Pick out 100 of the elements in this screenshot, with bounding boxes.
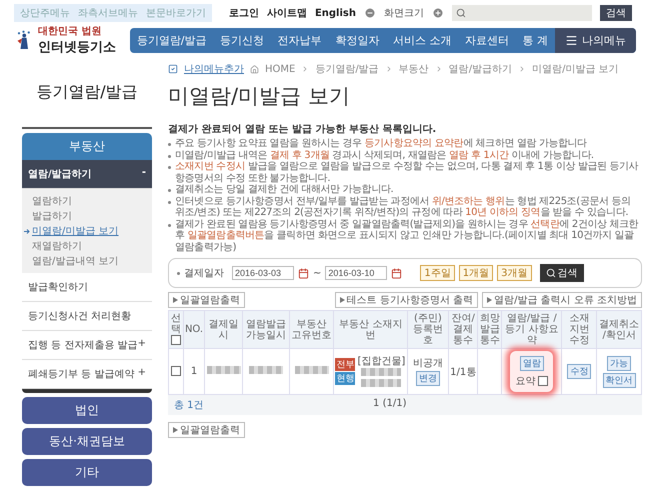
search-icon [546, 268, 556, 278]
range-separator: ~ [313, 268, 322, 278]
submenu-item[interactable]: 재열람하기 [32, 239, 82, 253]
utility-link[interactable]: 사이트맵 [266, 6, 307, 20]
blurred-text [361, 378, 402, 386]
note-text: 주요 등기사항 요약표 열람을 원하시는 경우 등기사항요약의 요약란에 체크하면 열람 가능합니다 [175, 138, 587, 150]
edit-button[interactable]: 수정 [567, 364, 592, 379]
column-header: 부동산 고유번호 [289, 310, 334, 348]
search-icon [456, 8, 466, 18]
batch-print-button[interactable]: 일괄열람출력 [168, 422, 245, 438]
action-button[interactable]: 열람/발급 출력시 오류 조치방법 [482, 292, 642, 308]
column-header: NO. [183, 310, 205, 348]
zoom-in-icon[interactable] [432, 7, 444, 19]
nav-item[interactable]: 전자납부 [270, 32, 329, 48]
sidebar-section[interactable]: 법인 [22, 397, 152, 424]
expand-toggle[interactable]: - [142, 167, 146, 181]
bullet-icon [168, 224, 171, 226]
calendar-icon[interactable] [298, 268, 309, 278]
triangle-icon [173, 297, 178, 303]
select-all-checkbox[interactable] [170, 335, 181, 346]
period-button[interactable]: 3개월 [497, 265, 532, 281]
sidebar-item[interactable]: 열람/발급하기 - [22, 160, 152, 189]
batch-print-button[interactable]: 일괄열람출력 [168, 292, 245, 308]
period-button[interactable]: 1주일 [420, 265, 455, 281]
date-field[interactable]: 2016-03-03 [232, 266, 294, 280]
utility-link[interactable]: 로그인 [228, 6, 259, 20]
home-icon [250, 64, 259, 74]
triangle-icon [340, 297, 345, 303]
nav-item[interactable]: 확정일자 [328, 32, 386, 48]
breadcrumb-link[interactable]: 미열람/미발급 보기 [532, 62, 619, 76]
zoom-out-icon[interactable] [364, 7, 376, 19]
scope-badge: 전부 [335, 358, 356, 371]
registration-text: 비공개 [412, 358, 443, 369]
action-button[interactable]: 테스트 등기사항증명서 출력 [334, 292, 478, 308]
status-badge: 현행 [335, 372, 356, 385]
arrow-icon [24, 228, 30, 234]
cancel-button[interactable]: 가능 [607, 356, 632, 370]
blurred-text [294, 366, 329, 374]
expand-toggle[interactable]: + [138, 338, 146, 352]
nav-item[interactable]: 서비스 소개 [386, 32, 458, 48]
pagination[interactable]: 1 (1/1) [204, 398, 576, 412]
my-menu-button[interactable]: 나의메뉴 [554, 28, 636, 52]
utility-link[interactable]: English [314, 8, 356, 18]
change-button[interactable]: 변경 [416, 371, 440, 386]
font-size-label: 화면크기 [384, 7, 424, 20]
blurred-text [249, 366, 284, 374]
sidebar-title: 등기열람/발급 [22, 62, 152, 129]
breadcrumb-link[interactable]: HOME [265, 64, 296, 74]
breadcrumb-link[interactable]: 등기열람/발급 [315, 62, 379, 76]
search-button[interactable]: 검색 [600, 5, 632, 21]
note-text: 인터넷으로 등기사항증명서 전부/일부를 발급받는 과정에서 위/변조하는 행위는 형법 제225조(공문서 등의 위조/변조) 또는 제227조의 2(공전자기록 위작/변작)의 규정에 따라 10년 이하의 징역을 받을 수 있습니다. [175, 196, 632, 218]
calendar-icon[interactable] [391, 268, 402, 278]
date-field[interactable]: 2016-03-10 [325, 266, 388, 280]
submenu-item[interactable]: 열람하기 [32, 194, 72, 208]
period-button[interactable]: 1개월 [458, 265, 494, 281]
search-button[interactable]: 검색 [540, 264, 584, 282]
note-text: 결제가 완료된 열람용 등기사항증명서 중 일괄열람출력(발급제외)을 원하시는 경우 선택란에 2건이상 체크한 후 일괄열람출력버튼을 클릭하면 화면으로 표시되지 않고 인쇄만 가능합니다.(페이지별 최대 10건까지 일괄열람출력가능) [175, 218, 640, 253]
column-header: 잔여/ 결제 통수 [448, 310, 478, 348]
nav-item[interactable]: 등기신청 [213, 32, 271, 48]
bullet-icon [168, 189, 171, 192]
bullet-icon [168, 200, 171, 204]
column-header: 결제취소 /확인서 [596, 310, 642, 348]
sidebar-section[interactable]: 기타 [22, 459, 152, 486]
triangle-icon [487, 297, 492, 303]
sidebar-item-label: 폐쇄등기부 등 발급예약 [28, 368, 134, 381]
sidebar-section[interactable]: 동산·채권담보 [22, 428, 152, 455]
building-type-text: [집합건물] [357, 356, 406, 366]
column-header: (주민) 등록번호 [407, 310, 448, 348]
submenu-item[interactable]: 열람/발급내역 보기 [32, 254, 119, 268]
intro-text: 결제가 완료되어 열람 또는 발급 가능한 부동산 목록입니다. [168, 123, 438, 136]
sidebar-item-label: 열람/발급하기 [28, 168, 92, 181]
submenu-item[interactable]: 발급하기 [32, 209, 72, 223]
sidebar-section[interactable]: 부동산 [22, 133, 152, 160]
nav-item[interactable]: 통 계 [516, 32, 555, 48]
column-header: 열람/발급 /등기 사항요약 [502, 310, 562, 348]
nav-item[interactable]: 자료센터 [458, 32, 516, 48]
add-my-menu-link[interactable]: 나의메뉴추가 [184, 62, 244, 76]
note-text: 미열람/미발급 내역은 결제 후 3개월 경과시 삭제되며, 재열람은 열람 후 1시간 이내에 가능합니다. [175, 150, 594, 161]
bullet-icon [168, 143, 171, 146]
sidebar-item-label: 집행 등 전자제출용 발급 [28, 339, 138, 352]
bullet-icon [177, 272, 180, 274]
submenu-item[interactable]: 미열람/미발급 보기 [32, 224, 119, 238]
search-field[interactable] [452, 5, 592, 21]
column-header: 소재 지번 수정 [562, 310, 597, 348]
breadcrumb-link[interactable]: 부동산 [398, 62, 429, 76]
filter-label: 결제일자 [184, 267, 224, 280]
breadcrumb-link[interactable]: 열람/발급하기 [448, 62, 512, 76]
certificate-button[interactable]: 확인서 [602, 372, 636, 388]
summary-checkbox[interactable] [538, 376, 548, 386]
column-header: 결제일시 [204, 310, 243, 348]
expand-toggle[interactable]: + [138, 367, 146, 381]
sidebar-item-label: 발급확인하기 [28, 281, 88, 294]
sidebar-item-label: 등기신청사건 처리현황 [28, 310, 132, 323]
note-text: 결제취소는 당일 결제한 건에 대해서만 가능합니다. [175, 184, 394, 196]
view-button[interactable]: 열람 [520, 356, 544, 371]
column-header: 열람발급 가능일시 [242, 310, 290, 348]
row-checkbox[interactable] [170, 366, 181, 376]
total-count: 총 1건 [174, 399, 204, 412]
nav-item[interactable]: 등기열람/발급 [130, 32, 214, 48]
blurred-text [361, 368, 402, 376]
